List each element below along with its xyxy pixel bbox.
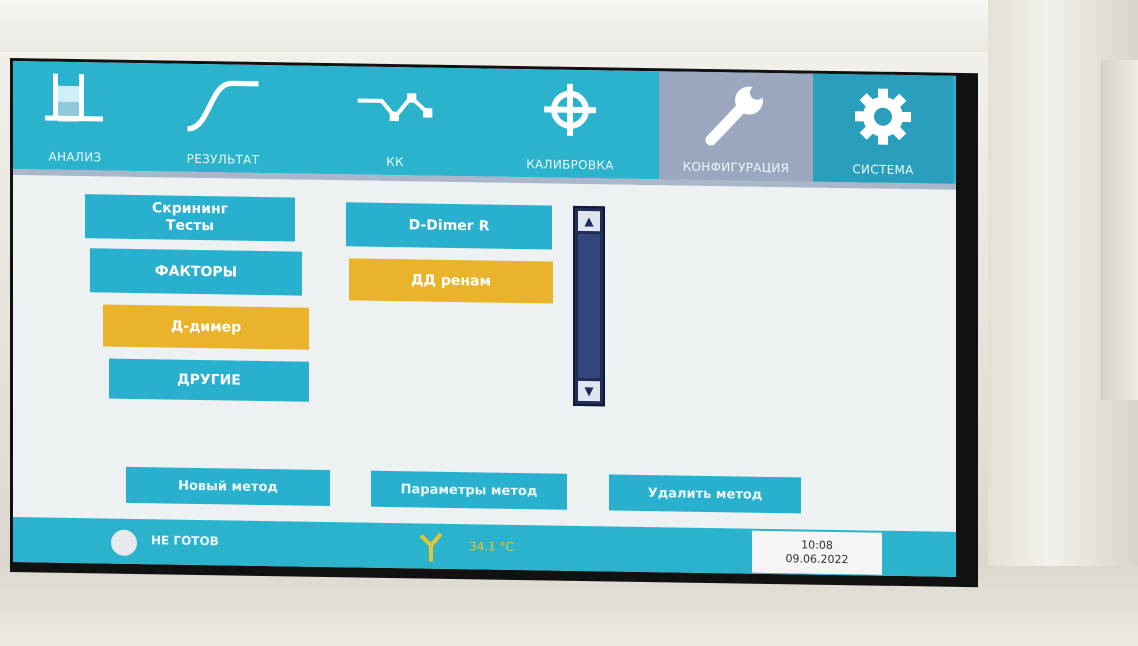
category-other[interactable]: ДРУГИЕ	[109, 358, 309, 402]
thermometer-icon	[417, 529, 445, 563]
status-bar: НЕ ГОТОВ 34.1 °C 10:08 09.06.2022	[13, 517, 956, 577]
tab-analysis-label: АНАЛИЗ	[48, 149, 102, 165]
tab-result-label: РЕЗУЛЬТАТ	[186, 151, 260, 167]
qc-chart-icon	[355, 76, 435, 141]
scroll-down-arrow-icon[interactable]: ▼	[578, 380, 600, 402]
scroll-track[interactable]	[578, 233, 600, 379]
method-d-dimer-r[interactable]: D-Dimer R	[346, 202, 552, 250]
tab-system[interactable]: СИСТЕМА	[813, 73, 953, 184]
tab-configuration-label: КОНФИГУРАЦИЯ	[682, 159, 790, 176]
method-dd-renam[interactable]: ДД ренам	[349, 258, 553, 304]
date-time-display: 10:08 09.06.2022	[752, 530, 882, 575]
clock-time: 10:08	[801, 538, 833, 552]
touch-screen: АНАЛИЗ РЕЗУЛЬТАТ КК КАЛИБРОВКА КОНФИГУРА…	[10, 58, 978, 588]
tab-configuration[interactable]: КОНФИГУРАЦИЯ	[659, 71, 813, 182]
tab-calibration-label: КАЛИБРОВКА	[526, 157, 614, 173]
method-list-scrollbar[interactable]: ▲ ▼	[573, 205, 605, 407]
category-factors[interactable]: ФАКТОРЫ	[90, 248, 302, 296]
scroll-up-arrow-icon[interactable]: ▲	[578, 210, 600, 232]
wrench-icon	[696, 82, 776, 147]
status-text: НЕ ГОТОВ	[151, 533, 219, 549]
test-tube-icon	[35, 71, 115, 136]
tab-qc-label: КК	[386, 154, 404, 170]
tab-analysis[interactable]: АНАЛИЗ	[13, 61, 137, 171]
tab-result[interactable]: РЕЗУЛЬТАТ	[137, 63, 309, 174]
method-parameters-button[interactable]: Параметры метод	[371, 470, 567, 510]
device-slot	[1101, 60, 1138, 400]
category-d-dimer[interactable]: Д-димер	[103, 304, 309, 350]
bezel-top	[0, 0, 1138, 52]
crosshair-icon	[530, 79, 610, 144]
clock-date: 09.06.2022	[785, 552, 849, 567]
temperature-readout: 34.1 °C	[469, 539, 514, 554]
tab-qc[interactable]: КК	[309, 66, 481, 177]
delete-method-button[interactable]: Удалить метод	[609, 474, 801, 514]
screen-display: АНАЛИЗ РЕЗУЛЬТАТ КК КАЛИБРОВКА КОНФИГУРА…	[13, 61, 956, 577]
tab-calibration[interactable]: КАЛИБРОВКА	[481, 68, 659, 179]
status-indicator-icon	[111, 529, 137, 556]
curve-icon	[183, 74, 263, 139]
category-screening-tests[interactable]: Скрининг Тесты	[85, 194, 295, 242]
top-navigation: АНАЛИЗ РЕЗУЛЬТАТ КК КАЛИБРОВКА КОНФИГУРА…	[13, 61, 956, 184]
tab-system-label: СИСТЕМА	[852, 162, 914, 178]
new-method-button[interactable]: Новый метод	[126, 466, 330, 507]
configuration-panel: Скрининг Тесты ФАКТОРЫ Д-димер ДРУГИЕ D-…	[13, 175, 956, 526]
gear-icon	[843, 84, 923, 149]
